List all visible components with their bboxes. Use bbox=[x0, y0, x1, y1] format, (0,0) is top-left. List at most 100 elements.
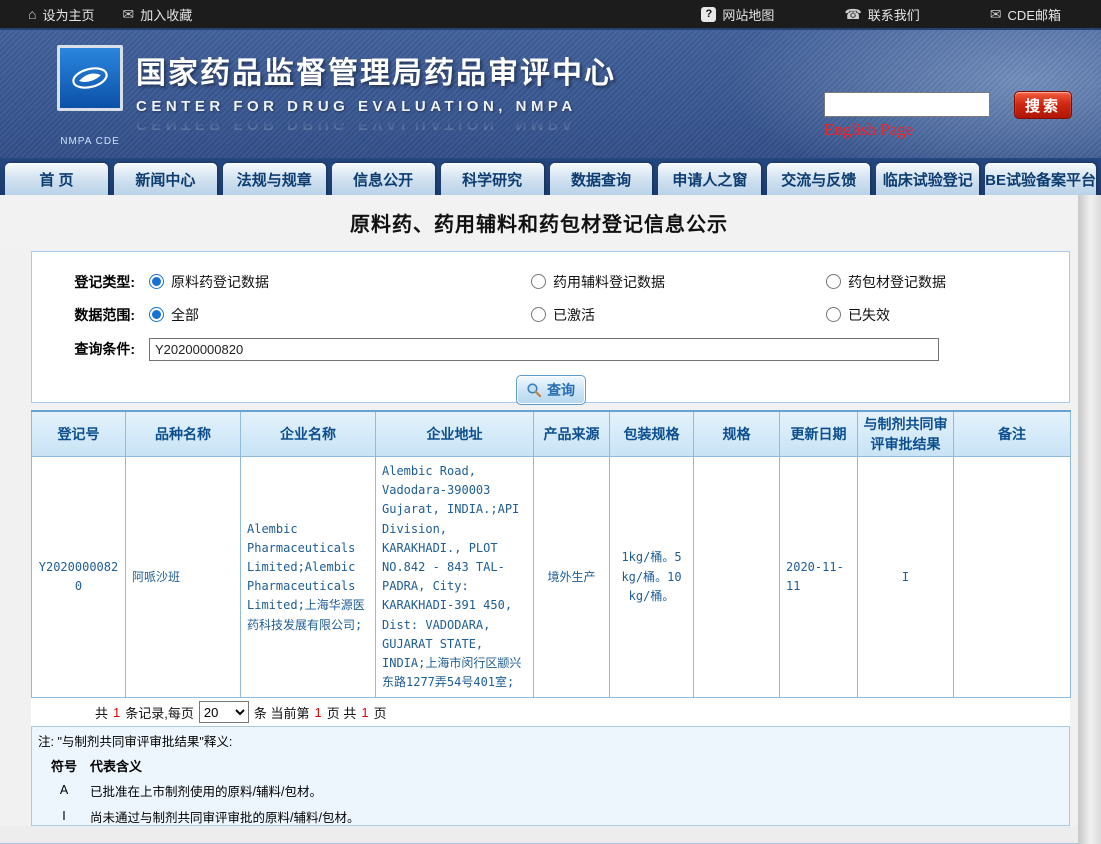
site-header: NMPA CDE 国家药品监督管理局药品审评中心 CENTER FOR DRUG… bbox=[0, 30, 1101, 158]
nmpa-cde-logo[interactable] bbox=[57, 45, 123, 111]
tab-regulations[interactable]: 法规与规章 bbox=[223, 163, 326, 195]
reg-type-option-packaging-label: 药包材登记数据 bbox=[848, 272, 946, 292]
site-title-cn: 国家药品监督管理局药品审评中心 bbox=[136, 48, 616, 92]
scope-radio-active[interactable] bbox=[531, 307, 546, 322]
set-homepage-link[interactable]: ⌂ 设为主页 bbox=[28, 5, 94, 24]
note-item-a: A 已批准在上市制剂使用的原料/辅料/包材。 bbox=[38, 777, 1069, 803]
pagination-text-1: 共 bbox=[95, 703, 108, 722]
envelope-icon: ✉ bbox=[122, 7, 134, 21]
english-page-link[interactable]: English Page bbox=[824, 120, 913, 140]
col-header-spec: 规格 bbox=[694, 411, 780, 457]
scope-option-all-label: 全部 bbox=[171, 305, 199, 325]
query-condition-label: 查询条件: bbox=[32, 339, 149, 359]
reg-type-option-packaging[interactable]: 药包材登记数据 bbox=[826, 272, 1069, 292]
page-title: 原料药、药用辅料和药包材登记信息公示 bbox=[350, 208, 728, 237]
lower-area: 原料药、药用辅料和药包材登记信息公示 登记类型: 原料药登记数据 药用辅料登记数… bbox=[0, 195, 1101, 844]
pagination-total-records: 1 bbox=[113, 705, 120, 720]
top-utility-bar: ⌂ 设为主页 ✉ 加入收藏 ? 网站地图 ☎ 联系我们 ✉ CDE邮箱 bbox=[0, 0, 1101, 30]
scope-option-expired-label: 已失效 bbox=[848, 305, 890, 325]
scope-option-active[interactable]: 已激活 bbox=[531, 305, 826, 325]
cde-mail-label: CDE邮箱 bbox=[1008, 5, 1061, 24]
note-symbol-i: I bbox=[38, 809, 90, 823]
contact-link[interactable]: ☎ 联系我们 bbox=[844, 5, 919, 24]
tab-science-research[interactable]: 科学研究 bbox=[441, 163, 544, 195]
tab-be-platform[interactable]: BE试验备案平台 bbox=[985, 163, 1096, 195]
notes-title: 注: "与制剂共同审评审批结果"释义: bbox=[38, 731, 1069, 753]
scope-label: 数据范围: bbox=[32, 305, 149, 325]
pagination-text-2: 条记录,每页 bbox=[125, 703, 194, 722]
scope-option-expired[interactable]: 已失效 bbox=[826, 305, 1069, 325]
scope-radio-all[interactable] bbox=[149, 307, 164, 322]
cell-packaging-spec: 1kg/桶。5 kg/桶。10 kg/桶。 bbox=[610, 457, 694, 698]
pagination-total-pages: 1 bbox=[361, 705, 368, 720]
query-button[interactable]: 查询 bbox=[516, 375, 586, 405]
table-header-row: 登记号 品种名称 企业名称 企业地址 产品来源 包装规格 规格 更新日期 与制剂… bbox=[32, 411, 1071, 457]
note-item-i: I 尚未通过与制剂共同审评审批的原料/辅料/包材。 bbox=[38, 803, 1069, 829]
pre-footer-gap bbox=[0, 826, 1078, 843]
site-title-en-reflection: CENTER FOR DRUG EVALUATION, NMPA bbox=[136, 116, 616, 133]
cde-mail-link[interactable]: ✉ CDE邮箱 bbox=[990, 5, 1061, 24]
cell-remarks bbox=[954, 457, 1071, 698]
results-table: 登记号 品种名称 企业名称 企业地址 产品来源 包装规格 规格 更新日期 与制剂… bbox=[31, 410, 1071, 698]
query-button-label: 查询 bbox=[547, 380, 575, 400]
sitemap-link[interactable]: ? 网站地图 bbox=[701, 5, 774, 24]
sitemap-label: 网站地图 bbox=[722, 5, 774, 24]
col-header-product-name: 品种名称 bbox=[126, 411, 241, 457]
reg-type-row: 登记类型: 原料药登记数据 药用辅料登记数据 药包材登记数据 bbox=[32, 265, 1069, 298]
reg-type-option-api[interactable]: 原料药登记数据 bbox=[149, 272, 531, 292]
add-favorite-link[interactable]: ✉ 加入收藏 bbox=[122, 5, 192, 24]
per-page-select[interactable]: 20 bbox=[199, 701, 249, 723]
note-meaning-i: 尚未通过与制剂共同审评审批的原料/辅料/包材。 bbox=[90, 807, 1069, 826]
tab-communication[interactable]: 交流与反馈 bbox=[767, 163, 870, 195]
notes-symbol-header: 符号 bbox=[38, 756, 90, 775]
main-content: 原料药、药用辅料和药包材登记信息公示 登记类型: 原料药登记数据 药用辅料登记数… bbox=[0, 195, 1078, 844]
logo-caption: NMPA CDE bbox=[47, 136, 133, 147]
query-condition-row: 查询条件: bbox=[32, 331, 1069, 367]
tab-info-disclosure[interactable]: 信息公开 bbox=[332, 163, 435, 195]
site-title-en: CENTER FOR DRUG EVALUATION, NMPA bbox=[136, 98, 616, 115]
col-header-company-name: 企业名称 bbox=[241, 411, 376, 457]
scope-option-active-label: 已激活 bbox=[553, 305, 595, 325]
pagination-current-page: 1 bbox=[315, 705, 322, 720]
reg-type-radio-packaging[interactable] bbox=[826, 274, 841, 289]
col-header-company-address: 企业地址 bbox=[376, 411, 534, 457]
scope-option-all[interactable]: 全部 bbox=[149, 305, 531, 325]
tab-news[interactable]: 新闻中心 bbox=[114, 163, 217, 195]
query-form-panel: 登记类型: 原料药登记数据 药用辅料登记数据 药包材登记数据 数据范围: 全部 bbox=[31, 251, 1070, 403]
reg-type-option-excipient[interactable]: 药用辅料登记数据 bbox=[531, 272, 826, 292]
reg-type-radio-excipient[interactable] bbox=[531, 274, 546, 289]
scope-radio-expired[interactable] bbox=[826, 307, 841, 322]
reg-type-option-api-label: 原料药登记数据 bbox=[171, 272, 269, 292]
cell-company-address: Alembic Road, Vadodara-390003 Gujarat, I… bbox=[376, 457, 534, 698]
table-row: Y20200000820 阿哌沙班 Alembic Pharmaceutical… bbox=[32, 457, 1071, 698]
header-search-input[interactable] bbox=[824, 92, 990, 117]
magnifier-icon bbox=[526, 382, 542, 398]
col-header-packaging-spec: 包装规格 bbox=[610, 411, 694, 457]
pagination-bar: 共 1 条记录,每页 20 条 当前第 1 页 共 1 页 bbox=[31, 698, 1070, 726]
topbar-left-group: ⌂ 设为主页 ✉ 加入收藏 bbox=[0, 5, 192, 24]
note-meaning-a: 已批准在上市制剂使用的原料/辅料/包材。 bbox=[90, 781, 1069, 800]
cell-company-name: Alembic Pharmaceuticals Limited;Alembic … bbox=[241, 457, 376, 698]
pagination-text-3: 条 当前第 bbox=[254, 703, 310, 722]
legend-notes: 注: "与制剂共同审评审批结果"释义: 符号 代表含义 A 已批准在上市制剂使用… bbox=[31, 726, 1070, 826]
query-condition-input[interactable] bbox=[149, 338, 939, 361]
tab-data-query[interactable]: 数据查询 bbox=[550, 163, 653, 195]
header-titles: 国家药品监督管理局药品审评中心 CENTER FOR DRUG EVALUATI… bbox=[136, 48, 616, 133]
reg-type-label: 登记类型: bbox=[32, 272, 149, 292]
tab-clinical-trial[interactable]: 临床试验登记 bbox=[876, 163, 979, 195]
col-header-product-source: 产品来源 bbox=[534, 411, 610, 457]
notes-header-row: 符号 代表含义 bbox=[38, 753, 1069, 777]
col-header-joint-review-result: 与制剂共同审评审批结果 bbox=[858, 411, 954, 457]
tab-applicant-window[interactable]: 申请人之窗 bbox=[658, 163, 761, 195]
question-icon: ? bbox=[701, 7, 716, 22]
header-search-button[interactable]: 搜索 bbox=[1014, 91, 1072, 119]
pagination-text-5: 页 bbox=[374, 703, 387, 722]
reg-type-option-excipient-label: 药用辅料登记数据 bbox=[553, 272, 665, 292]
logo-swoosh-icon bbox=[67, 55, 113, 101]
pagination-text-4: 页 共 bbox=[327, 703, 357, 722]
cell-product-source: 境外生产 bbox=[534, 457, 610, 698]
cell-update-date: 2020-11-11 bbox=[780, 457, 858, 698]
main-nav: 首 页 新闻中心 法规与规章 信息公开 科学研究 数据查询 申请人之窗 交流与反… bbox=[0, 158, 1101, 195]
reg-type-radio-api[interactable] bbox=[149, 274, 164, 289]
tab-home[interactable]: 首 页 bbox=[5, 163, 108, 195]
